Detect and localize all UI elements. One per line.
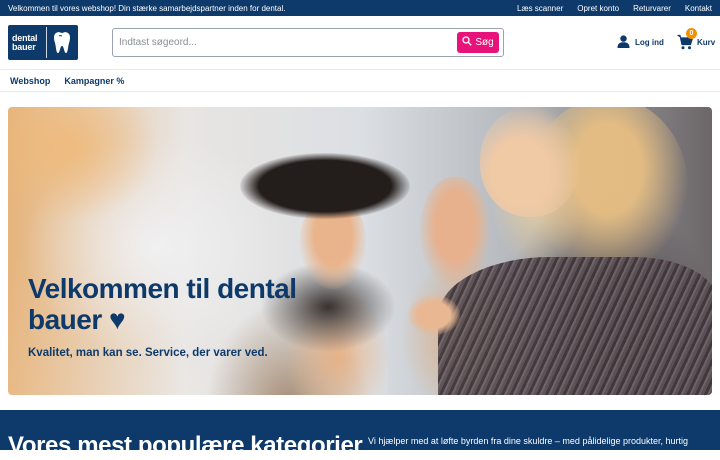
welcome-message: Velkommen til vores webshop! Din stærke …: [8, 3, 286, 13]
cart-button[interactable]: 0 Kurv: [677, 28, 716, 52]
header: dental bauer Søg Log ind 0 Ku: [0, 16, 720, 70]
search-icon: [462, 36, 473, 49]
categories-title: Vores mest populære kategorier: [8, 432, 363, 459]
categories-section: Vores mest populære kategorier Vi hjælpe…: [0, 410, 720, 459]
nav-item-campaigns[interactable]: Kampagner %: [64, 76, 124, 86]
hero-banner: Velkommen til dental bauer ♥ Kvalitet, m…: [8, 107, 712, 395]
logo-divider: [46, 27, 47, 58]
top-link-create-account[interactable]: Opret konto: [577, 4, 619, 13]
cart-label: Kurv: [697, 37, 716, 47]
logo[interactable]: dental bauer: [8, 25, 78, 60]
cart-icon: 0: [677, 28, 697, 50]
main-nav: Webshop Kampagner %: [0, 70, 720, 92]
categories-intro: Vi hjælper med at løfte byrden fra dine …: [368, 436, 689, 446]
hero-title: Velkommen til dental bauer ♥: [28, 273, 297, 335]
login-button[interactable]: Log ind: [617, 34, 664, 50]
search-input[interactable]: [113, 29, 457, 56]
tooth-icon: [47, 25, 77, 60]
hero-subtitle: Kvalitet, man kan se. Service, der varer…: [28, 347, 268, 359]
search-button-label: Søg: [475, 37, 494, 48]
hero-photo-hand: [408, 295, 460, 335]
login-label: Log ind: [635, 37, 664, 47]
search-bar: Søg: [112, 28, 504, 57]
hero-photo-sweater: [438, 257, 712, 395]
user-icon: [617, 34, 630, 50]
top-links: Læs scanner Opret konto Returvarer Konta…: [517, 4, 712, 13]
top-bar: Velkommen til vores webshop! Din stærke …: [0, 0, 720, 16]
cart-count-badge: 0: [686, 28, 697, 39]
top-link-contact[interactable]: Kontakt: [685, 4, 712, 13]
logo-text-line-2: bauer: [12, 41, 36, 52]
hero-photo-hat: [240, 153, 410, 219]
logo-text: dental bauer: [8, 33, 46, 52]
nav-item-webshop[interactable]: Webshop: [10, 76, 50, 86]
top-link-scanner[interactable]: Læs scanner: [517, 4, 563, 13]
search-button[interactable]: Søg: [457, 32, 499, 53]
hero-photo-face-right: [480, 107, 580, 217]
top-link-returns[interactable]: Returvarer: [633, 4, 671, 13]
